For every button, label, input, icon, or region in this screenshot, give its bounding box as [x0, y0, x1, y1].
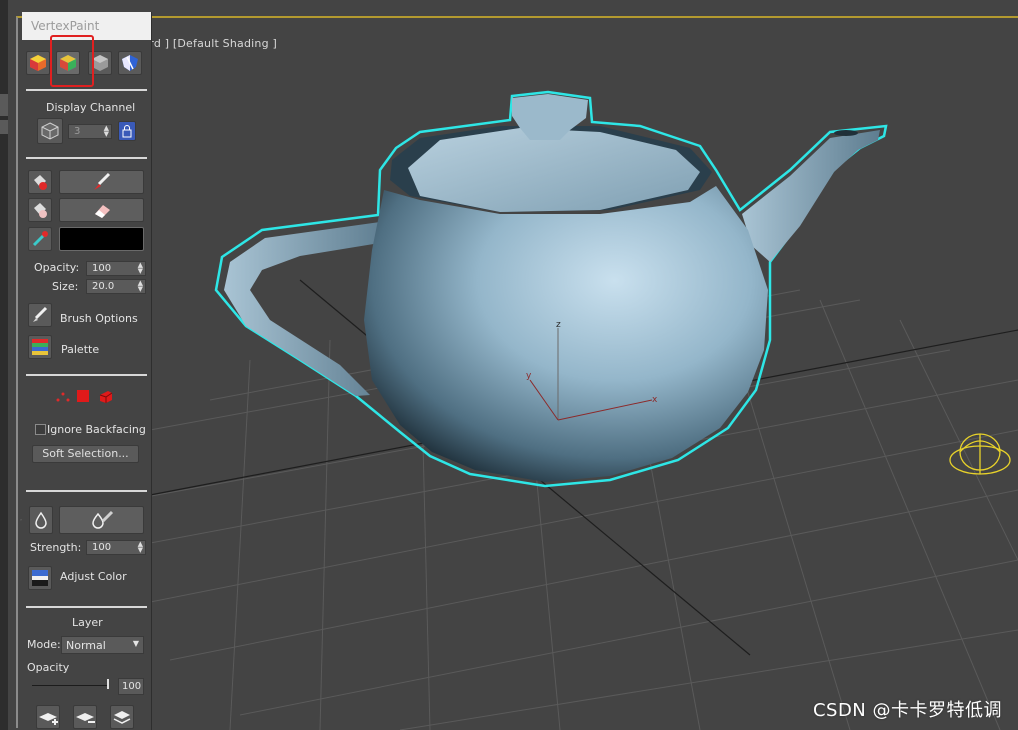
- chevron-down-icon: ▼: [132, 639, 139, 648]
- viewport-scene: z y x: [19, 90, 1018, 730]
- erase-bucket-icon: [34, 203, 47, 218]
- palette-icon: [32, 339, 48, 355]
- brush-options-icon: [32, 306, 48, 323]
- separator: [26, 490, 147, 492]
- size-spinner[interactable]: 20.0 ▲ ▼: [86, 279, 146, 294]
- size-value: 20.0: [92, 281, 115, 292]
- cube-select-icon: [99, 391, 113, 403]
- layer-opacity-slider-handle[interactable]: [107, 679, 109, 689]
- strength-value: 100: [92, 542, 112, 553]
- ignore-backfacing-label[interactable]: Ignore Backfacing: [47, 423, 146, 436]
- paint-color-swatch[interactable]: [59, 227, 144, 251]
- separator: [26, 374, 147, 376]
- ignore-backfacing-checkbox[interactable]: [35, 424, 46, 435]
- adjust-color-button[interactable]: [28, 566, 52, 590]
- layer-opacity-slider-track[interactable]: [32, 685, 109, 686]
- layer-stack-icon: [113, 711, 131, 724]
- axis-label-z: z: [556, 320, 561, 330]
- brush-icon: [93, 172, 110, 190]
- opacity-label: Opacity:: [34, 261, 80, 274]
- eraser-icon: [94, 205, 110, 218]
- erase-all-button[interactable]: [28, 198, 52, 222]
- adjust-color-label[interactable]: Adjust Color: [60, 570, 127, 583]
- paint-button[interactable]: [59, 170, 144, 194]
- pick-color-button[interactable]: [28, 227, 52, 251]
- delete-layer-button[interactable]: [73, 705, 97, 729]
- erase-button[interactable]: [59, 198, 144, 222]
- lock-icon: [122, 125, 132, 138]
- palette-button[interactable]: [28, 335, 52, 359]
- shield-cube-icon: [122, 55, 138, 71]
- highlight-frame: [50, 35, 94, 87]
- teapot[interactable]: [214, 90, 888, 488]
- paint-bucket-icon: [34, 175, 47, 190]
- face-select-button[interactable]: [77, 390, 89, 402]
- layer-heading: Layer: [72, 616, 103, 629]
- separator: [26, 606, 147, 608]
- opacity-value: 100: [92, 263, 112, 274]
- blur-all-button[interactable]: [29, 506, 53, 534]
- display-channel-value: 3: [74, 126, 81, 137]
- blur-brush-icon: [91, 510, 113, 529]
- adjust-color-icon: [32, 570, 48, 586]
- teapot-body: [364, 186, 768, 482]
- opacity-spinner[interactable]: 100 ▲ ▼: [86, 261, 146, 276]
- left-edge-strip: [0, 0, 8, 730]
- soft-selection-button[interactable]: Soft Selection...: [32, 445, 139, 463]
- brush-options-button[interactable]: [28, 303, 52, 327]
- viewport-label-right[interactable]: rd ] [Default Shading ]: [149, 37, 277, 50]
- layer-opacity-label: Opacity: [27, 661, 70, 674]
- collapse-layers-button[interactable]: [110, 705, 134, 729]
- palette-label[interactable]: Palette: [61, 343, 99, 356]
- axis-label-y: y: [526, 371, 532, 381]
- display-channel-heading: Display Channel: [46, 101, 136, 114]
- vertex-select-button[interactable]: [54, 389, 72, 403]
- vertexpaint-panel: VertexPaint Display Channel 3 ▲ ▼ Opacity:…: [22, 12, 152, 730]
- layer-add-icon: [39, 713, 58, 725]
- paint-all-button[interactable]: [28, 170, 52, 194]
- toggle-shading-button[interactable]: [118, 51, 142, 75]
- size-label: Size:: [52, 280, 79, 293]
- teapot-handle: [224, 222, 386, 396]
- strength-spinner[interactable]: 100 ▲ ▼: [86, 540, 146, 555]
- layer-opacity-field[interactable]: 100: [118, 678, 144, 695]
- brush-options-label[interactable]: Brush Options: [60, 312, 138, 325]
- wire-cube-icon: [41, 122, 59, 140]
- viewport[interactable]: z y x [rd ] [Default Shading ] CSDN @卡卡罗…: [0, 0, 1018, 730]
- element-select-button[interactable]: [98, 388, 114, 404]
- channel-lock-button[interactable]: [118, 121, 136, 141]
- display-channel-toggle[interactable]: [37, 118, 63, 144]
- layer-mode-dropdown[interactable]: Normal ▼: [61, 636, 144, 654]
- drop-icon: [35, 511, 47, 529]
- layer-remove-icon: [76, 713, 95, 723]
- layer-mode-value: Normal: [66, 639, 106, 652]
- separator: [26, 89, 147, 91]
- blur-brush-button[interactable]: [59, 506, 144, 534]
- display-channel-spinner[interactable]: 3 ▲ ▼: [68, 124, 112, 139]
- panel-title: VertexPaint: [31, 19, 100, 33]
- vertex-dots-icon: [56, 392, 70, 402]
- axis-label-x: x: [652, 395, 658, 405]
- separator: [26, 157, 147, 159]
- eyedropper-icon: [32, 231, 48, 247]
- shaded-cube-red-icon: [30, 55, 46, 71]
- new-layer-button[interactable]: [36, 705, 60, 729]
- strength-label: Strength:: [30, 541, 82, 554]
- layer-mode-label: Mode:: [27, 638, 61, 651]
- watermark: CSDN @卡卡罗特低调: [812, 700, 1002, 721]
- vertex-color-mode-button[interactable]: [26, 51, 50, 75]
